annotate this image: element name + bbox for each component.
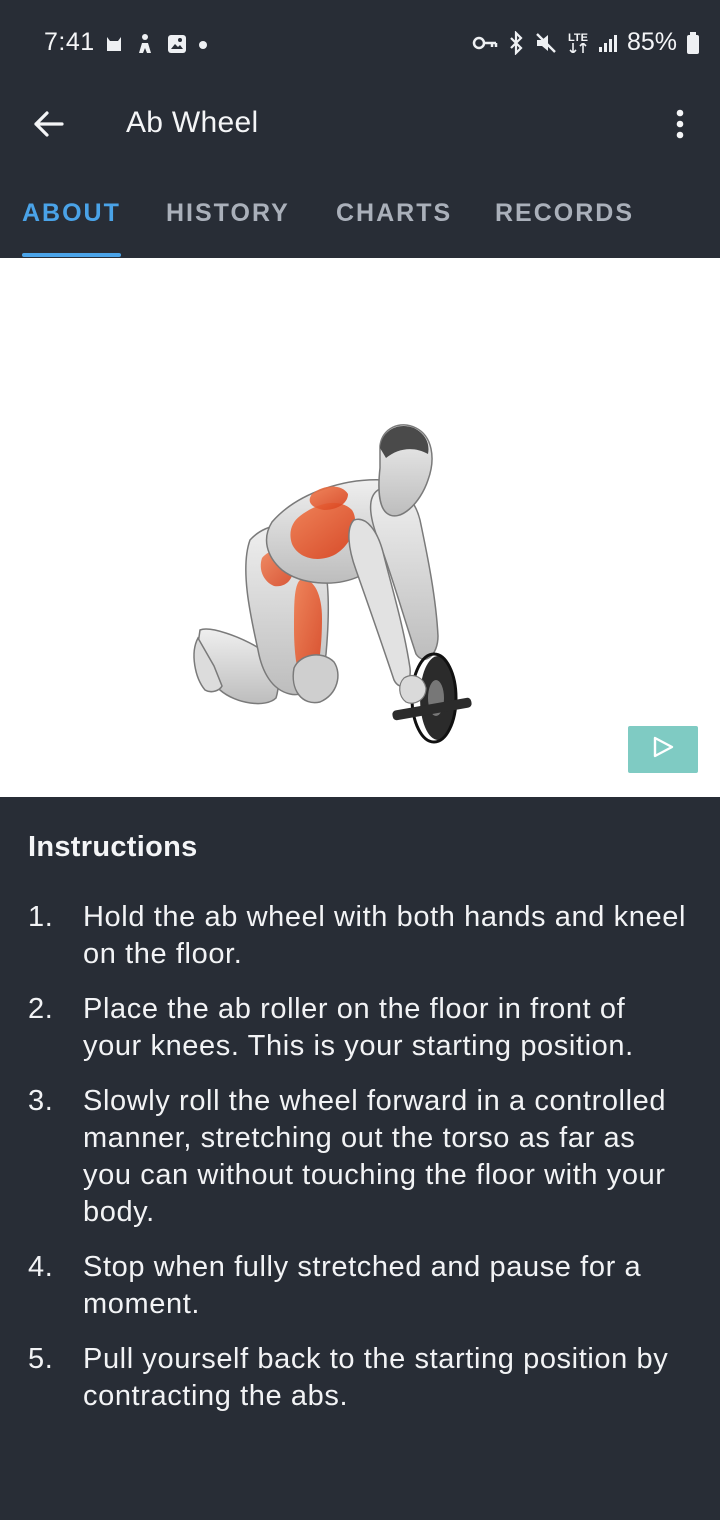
- signal-icon: [598, 33, 618, 53]
- instructions-heading: Instructions: [28, 831, 198, 863]
- status-time: 7:41: [44, 28, 95, 56]
- instructions-section: Instructions 1. Hold the ab wheel with b…: [0, 797, 720, 1520]
- status-bar: 7:41 LTE 85%: [0, 0, 720, 90]
- app-bar: Ab Wheel: [0, 90, 720, 162]
- dot-notification-icon: [198, 33, 208, 55]
- tab-history[interactable]: HISTORY: [166, 199, 290, 228]
- system-status-icons: LTE 85%: [472, 28, 700, 57]
- network-type: LTE: [567, 31, 588, 44]
- ab-wheel-exercise-illustration: [193, 424, 472, 744]
- instruction-step: 4. Stop when fully stretched and pause f…: [0, 1249, 720, 1323]
- battery-percent: 85%: [626, 28, 677, 56]
- bluetooth-icon: [507, 30, 525, 55]
- tab-charts[interactable]: CHARTS: [336, 199, 452, 228]
- more-options-button[interactable]: [658, 100, 702, 152]
- image-notification-icon: [166, 33, 188, 55]
- exercise-media: [0, 258, 720, 797]
- step-number: 3.: [28, 1085, 54, 1117]
- tab-bar: ABOUT HISTORY CHARTS RECORDS: [0, 162, 720, 258]
- vpn-key-icon: [472, 33, 498, 53]
- instruction-step: 1. Hold the ab wheel with both hands and…: [0, 899, 720, 973]
- active-tab-indicator: [22, 253, 121, 257]
- step-number: 2.: [28, 993, 54, 1025]
- page-title: Ab Wheel: [126, 106, 259, 139]
- lte-icon: LTE: [567, 31, 589, 53]
- step-text: Hold the ab wheel with both hands and kn…: [83, 901, 686, 970]
- tab-about[interactable]: ABOUT: [22, 199, 121, 228]
- mute-icon: [534, 31, 558, 55]
- instruction-step: 2. Place the ab roller on the floor in f…: [0, 991, 720, 1065]
- step-text: Place the ab roller on the floor in fron…: [83, 993, 634, 1062]
- play-icon: [652, 736, 674, 763]
- play-video-button[interactable]: [628, 726, 698, 773]
- step-number: 5.: [28, 1343, 54, 1375]
- step-text: Stop when fully stretched and pause for …: [83, 1251, 642, 1320]
- notification-icons: [104, 33, 208, 55]
- instruction-step: 5. Pull yourself back to the starting po…: [0, 1341, 720, 1415]
- step-number: 1.: [28, 901, 54, 933]
- step-text: Slowly roll the wheel forward in a contr…: [83, 1085, 667, 1228]
- tab-records[interactable]: RECORDS: [495, 199, 634, 228]
- step-number: 4.: [28, 1251, 54, 1283]
- arrow-left-icon: [32, 110, 64, 143]
- instruction-steps: 1. Hold the ab wheel with both hands and…: [0, 899, 720, 1433]
- fitness-notification-icon: [134, 33, 156, 55]
- back-button[interactable]: [20, 100, 76, 152]
- instruction-step: 3. Slowly roll the wheel forward in a co…: [0, 1083, 720, 1231]
- cat-notification-icon: [104, 34, 124, 54]
- battery-icon: [686, 31, 700, 55]
- more-vertical-icon: [676, 109, 684, 144]
- step-text: Pull yourself back to the starting posit…: [83, 1343, 669, 1412]
